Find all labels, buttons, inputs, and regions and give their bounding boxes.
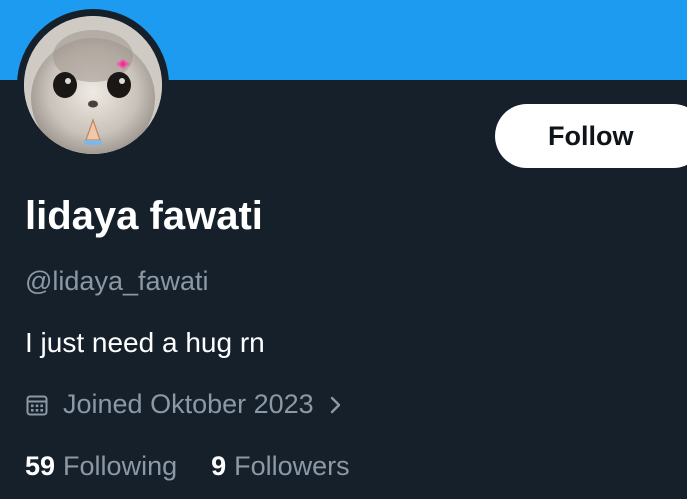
avatar-container[interactable] (17, 9, 169, 161)
follow-button[interactable]: Follow (495, 104, 687, 168)
following-label: Following (63, 451, 178, 481)
joined-date-label: Joined Oktober 2023 (63, 389, 314, 419)
username-handle: @lidaya_fawati (25, 266, 209, 296)
following-link[interactable]: 59 Following (25, 451, 177, 482)
calendar-icon (26, 395, 48, 415)
display-name: lidaya fawati (25, 194, 263, 238)
chevron-right-icon (330, 396, 340, 413)
followers-count: 9 (211, 451, 227, 481)
followers-link[interactable]: 9 Followers (211, 451, 350, 482)
followers-label: Followers (234, 451, 350, 481)
following-count: 59 (25, 451, 56, 481)
joined-date-row[interactable]: Joined Oktober 2023 (25, 389, 344, 420)
profile-bio: I just need a hug rn (25, 327, 265, 358)
follow-stats: 59 Following 9 Followers (25, 451, 350, 482)
avatar[interactable] (24, 16, 162, 154)
